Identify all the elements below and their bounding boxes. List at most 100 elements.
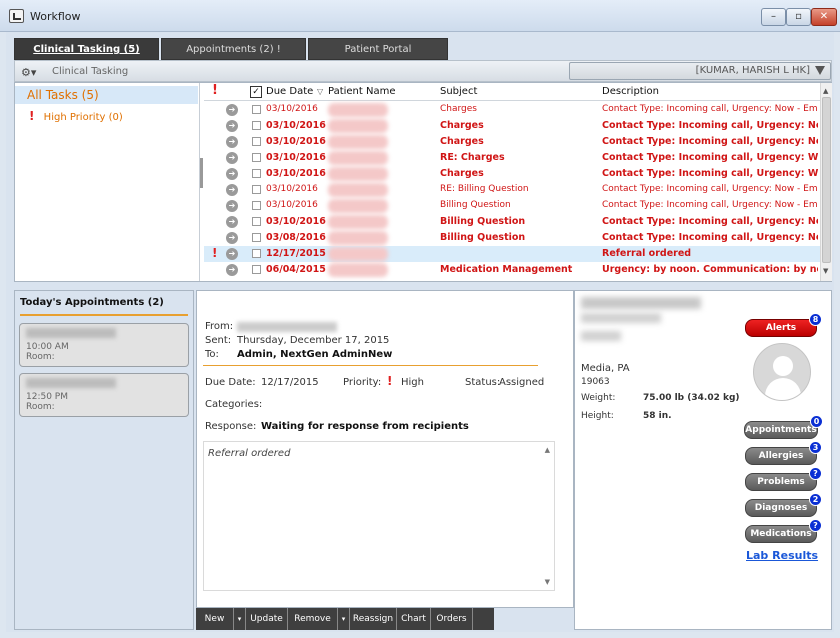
lab-results-link[interactable]: Lab Results [746, 549, 818, 562]
priority-column-icon[interactable]: ! [212, 83, 218, 98]
scroll-up-icon[interactable]: ▲ [823, 87, 828, 95]
tree-item-high-priority[interactable]: ! High Priority (0) [15, 109, 123, 123]
row-description: Contact Type: Incoming call, Urgency: No… [602, 200, 818, 210]
row-description: Contact Type: Incoming call, Urgency: No… [602, 136, 818, 147]
diagnoses-button[interactable]: Diagnoses 2 [745, 493, 822, 517]
patient-name-redacted [328, 215, 388, 229]
allergies-count-badge: 3 [809, 441, 822, 454]
column-patient-name[interactable]: Patient Name [328, 86, 396, 97]
column-subject[interactable]: Subject [440, 86, 477, 97]
patient-name-redacted [328, 183, 388, 197]
column-due-date[interactable]: Due Date [266, 86, 313, 97]
new-dropdown-icon[interactable]: ▾ [234, 608, 246, 630]
row-subject: Medication Management [440, 264, 573, 275]
row-checkbox[interactable] [252, 105, 261, 114]
splitter-handle[interactable] [200, 158, 203, 188]
row-checkbox[interactable] [252, 201, 261, 210]
to-label: To: [205, 349, 219, 360]
user-dropdown[interactable]: [KUMAR, HARISH L HK] [569, 62, 831, 80]
task-arrow-icon: ➔ [226, 104, 238, 116]
task-tree: All Tasks (5) ! High Priority (0) [15, 83, 200, 281]
orders-button[interactable]: Orders [431, 608, 473, 630]
patient-name-redacted [328, 151, 388, 165]
table-row[interactable]: ➔ 03/08/2016 Billing Question Contact Type:… [204, 230, 820, 246]
priority-label: Priority: [343, 377, 382, 388]
allergies-button[interactable]: Allergies 3 [745, 441, 822, 465]
patient-name-redacted [581, 297, 701, 309]
table-row[interactable]: ! ➔ 12/17/2015 Referral ordered [204, 246, 820, 262]
reassign-button[interactable]: Reassign [350, 608, 397, 630]
medications-button[interactable]: Medications ? [745, 519, 822, 543]
scroll-down-icon[interactable]: ▼ [823, 267, 828, 275]
appointments-button[interactable]: Appointments 0 [744, 415, 823, 439]
table-row[interactable]: ➔ 06/04/2015 Medication Management Urgency:… [204, 262, 820, 278]
row-checkbox[interactable] [252, 121, 261, 130]
table-row[interactable]: ➔ 03/10/2016 Billing Question Contact Type:… [204, 214, 820, 230]
task-arrow-icon: ➔ [226, 248, 238, 260]
tree-item-label: High Priority (0) [43, 112, 123, 123]
table-row[interactable]: ➔ 03/10/2016 Charges Contact Type: Incoming… [204, 102, 820, 118]
appointment-card[interactable]: 10:00 AM Room: [19, 323, 189, 367]
scroll-down-icon[interactable]: ▼ [545, 578, 550, 586]
maximize-button[interactable]: ▫ [786, 8, 811, 26]
table-row[interactable]: ➔ 03/10/2016 RE: Charges Contact Type: Inco… [204, 150, 820, 166]
alerts-button[interactable]: Alerts 8 [745, 313, 822, 337]
tab-appointments[interactable]: Appointments (2) ! [161, 38, 306, 60]
table-row[interactable]: ➔ 03/10/2016 Charges Contact Type: Incoming… [204, 134, 820, 150]
chart-button[interactable]: Chart [397, 608, 431, 630]
task-arrow-icon: ➔ [226, 232, 238, 244]
task-body-textarea[interactable]: Referral ordered ▲ ▼ [203, 441, 555, 591]
row-checkbox[interactable] [252, 217, 261, 226]
table-row[interactable]: ➔ 03/10/2016 RE: Billing Question Contact T… [204, 182, 820, 198]
row-checkbox[interactable] [252, 265, 261, 274]
toolbar-title: Clinical Tasking [52, 66, 129, 77]
select-all-checkbox[interactable]: ✓ [250, 86, 262, 98]
task-body-text: Referral ordered [208, 448, 291, 459]
minimize-button[interactable]: – [761, 8, 786, 26]
sent-value: Thursday, December 17, 2015 [237, 335, 390, 346]
to-value: Admin, NextGen AdminNew [237, 349, 393, 360]
tab-clinical-tasking[interactable]: Clinical Tasking (5) [14, 38, 159, 60]
update-button[interactable]: Update [246, 608, 288, 630]
appointments-button-label: Appointments [745, 425, 817, 435]
row-checkbox[interactable] [252, 169, 261, 178]
row-checkbox[interactable] [252, 249, 261, 258]
row-checkbox[interactable] [252, 185, 261, 194]
appointment-room: Room: [26, 402, 55, 412]
row-due-date: 03/10/2016 [266, 104, 318, 114]
divider [203, 365, 538, 366]
grid-scrollbar[interactable]: ▲ ▼ [820, 83, 832, 281]
remove-dropdown-icon[interactable]: ▾ [338, 608, 350, 630]
row-subject: Charges [440, 136, 484, 147]
row-due-date: 03/10/2016 [266, 136, 326, 147]
patient-name-redacted [328, 103, 388, 117]
table-row[interactable]: ➔ 03/10/2016 Billing Question Contact Type:… [204, 198, 820, 214]
row-subject: Billing Question [440, 216, 526, 227]
grid-rows: ➔ 03/10/2016 Charges Contact Type: Incoming… [204, 102, 820, 278]
tree-item-all-tasks[interactable]: All Tasks (5) [15, 86, 198, 104]
row-checkbox[interactable] [252, 137, 261, 146]
tab-patient-portal[interactable]: Patient Portal [308, 38, 448, 60]
patient-address-redacted [581, 331, 621, 341]
patient-city: Media, PA [581, 363, 630, 374]
row-subject: Charges [440, 120, 484, 131]
task-arrow-icon: ➔ [226, 120, 238, 132]
appointment-card[interactable]: 12:50 PM Room: [19, 373, 189, 417]
medications-button-label: Medications [750, 529, 812, 539]
close-button[interactable]: ✕ [811, 8, 837, 26]
scroll-thumb[interactable] [822, 97, 831, 263]
task-arrow-icon: ➔ [226, 136, 238, 148]
table-row[interactable]: ➔ 03/10/2016 Charges Contact Type: Incoming… [204, 118, 820, 134]
column-description[interactable]: Description [602, 86, 659, 97]
row-checkbox[interactable] [252, 153, 261, 162]
table-row[interactable]: ➔ 03/10/2016 Charges Contact Type: Incoming… [204, 166, 820, 182]
new-button[interactable]: New [196, 608, 234, 630]
row-due-date: 03/10/2016 [266, 152, 326, 163]
row-description: Referral ordered [602, 248, 692, 259]
row-checkbox[interactable] [252, 233, 261, 242]
scroll-up-icon[interactable]: ▲ [545, 446, 550, 454]
row-description: Contact Type: Incoming call, Urgency: No… [602, 232, 818, 243]
problems-button[interactable]: Problems ? [745, 467, 822, 491]
gear-icon[interactable]: ⚙▾ [21, 66, 36, 79]
remove-button[interactable]: Remove [288, 608, 338, 630]
